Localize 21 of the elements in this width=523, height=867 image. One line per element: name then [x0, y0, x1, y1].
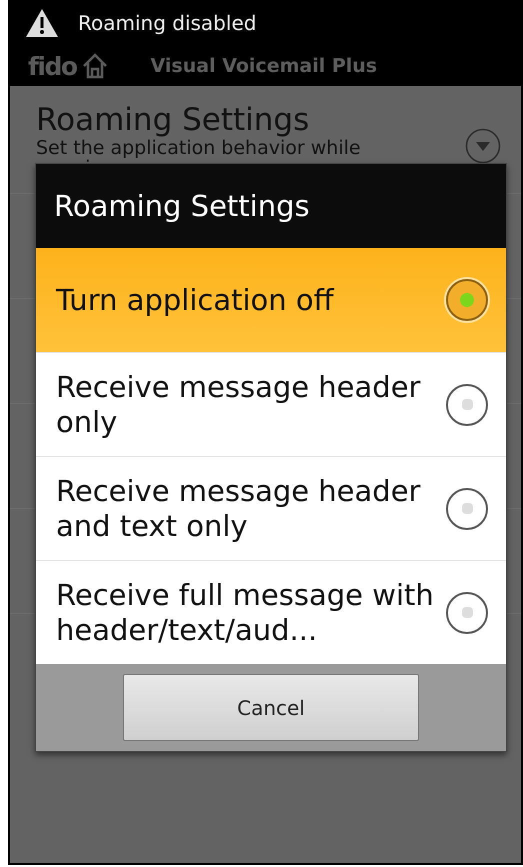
radio-button[interactable] [446, 384, 488, 426]
option-label: Receive message header only [56, 370, 422, 440]
option-row[interactable]: Turn application off [36, 248, 506, 352]
house-icon [80, 52, 109, 80]
warning-icon [24, 7, 60, 39]
option-label: Turn application off [56, 282, 336, 318]
radio-button[interactable] [446, 488, 488, 530]
option-label: Receive full message with header/text/aud... [56, 578, 435, 648]
dialog-title: Roaming Settings [36, 164, 506, 248]
option-label: Receive message header and text only [56, 474, 422, 544]
app-title: Visual Voicemail Plus [150, 55, 378, 77]
setting-title: Roaming Settings [36, 102, 310, 138]
notification-text: Roaming disabled [78, 11, 256, 35]
radio-button[interactable] [446, 592, 488, 634]
radio-button[interactable] [446, 279, 488, 321]
app-logo: fido [28, 52, 77, 80]
cancel-button[interactable]: Cancel [123, 674, 419, 741]
option-row[interactable]: Receive message header only [36, 352, 506, 456]
option-row[interactable]: Receive message header and text only [36, 456, 506, 560]
expand-icon[interactable] [465, 128, 501, 164]
option-row[interactable]: Receive full message with header/text/aud... [36, 560, 506, 664]
